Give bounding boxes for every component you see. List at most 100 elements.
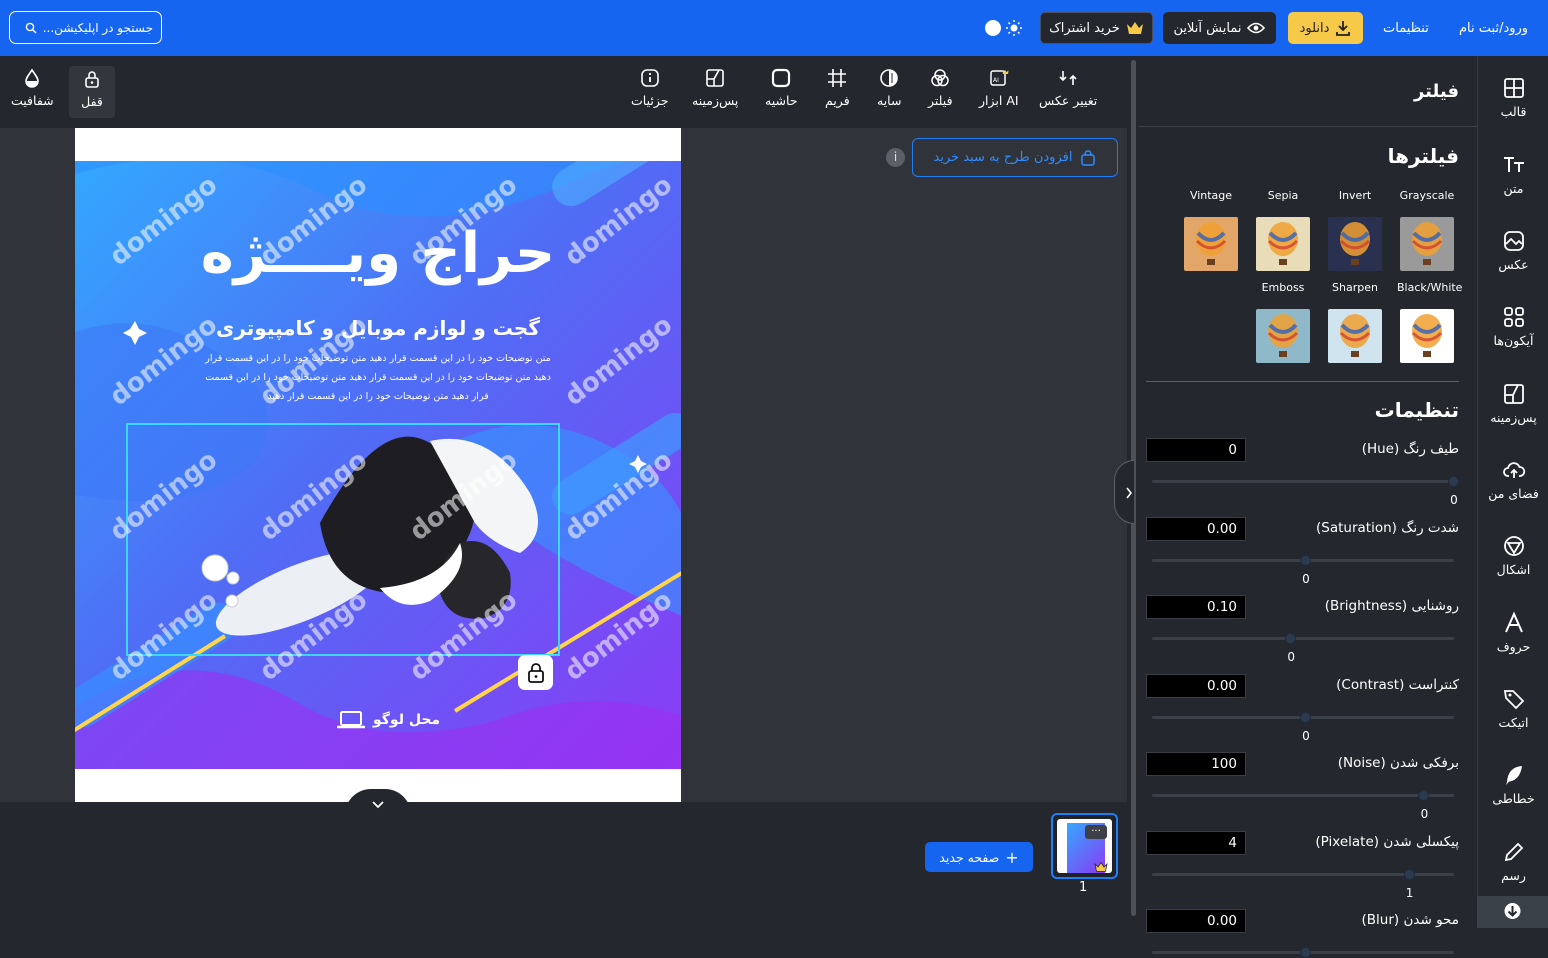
sidebar-item-icons[interactable]: آیکون‌ها xyxy=(1478,305,1548,348)
page-thumbnail-preview: ... xyxy=(1057,819,1112,873)
live-preview-button[interactable]: نمایش آنلاین xyxy=(1163,12,1276,44)
setting-slider[interactable] xyxy=(1152,554,1454,566)
setting-value-input[interactable]: 0.00 xyxy=(1146,516,1246,541)
watermark-text: domingo xyxy=(559,444,679,548)
tool-shadow[interactable]: سایه xyxy=(877,68,901,108)
setting-slider[interactable] xyxy=(1152,711,1454,723)
tool-opacity-label: شفافیت xyxy=(11,93,54,108)
page-thumbnail[interactable]: ... xyxy=(1051,813,1118,879)
tool-ai-label: ابزار AI xyxy=(979,93,1019,108)
top-bar: جستجو در اپلیکیشن... خرید اشتراک نمایش آ… xyxy=(0,0,1548,56)
new-page-button[interactable]: صفحه جدید + xyxy=(925,842,1033,872)
sidebar-item-photo[interactable]: عکس xyxy=(1478,229,1548,272)
sidebar-item-my-space[interactable]: فضای من xyxy=(1478,458,1548,501)
watermark-text: domingo xyxy=(254,584,374,688)
tool-lock[interactable]: قفل xyxy=(69,66,115,118)
add-to-cart-button[interactable]: افزودن طرح به سبد خرید xyxy=(912,138,1118,177)
setting-value-input[interactable]: 100 xyxy=(1146,752,1246,776)
tool-details[interactable]: جزئیات xyxy=(631,68,668,108)
balloon-icon xyxy=(1267,314,1299,357)
tool-lock-label: قفل xyxy=(81,94,103,109)
slider-knob[interactable] xyxy=(1418,790,1430,801)
tool-frame[interactable]: فریم xyxy=(825,68,850,108)
setting-slider[interactable] xyxy=(1152,790,1454,801)
sidebar-item-background[interactable]: پس‌زمینه xyxy=(1478,382,1548,425)
watermark-text: domingo xyxy=(104,584,224,688)
theme-toggle[interactable] xyxy=(983,18,1025,38)
tool-filter[interactable]: فیلتر xyxy=(928,68,953,108)
arrow-down-circle-icon xyxy=(1504,903,1521,919)
slider-knob[interactable] xyxy=(1285,633,1297,644)
search-input[interactable]: جستجو در اپلیکیشن... xyxy=(9,11,162,44)
settings-title: تنظیمات xyxy=(1374,398,1459,422)
tool-border[interactable]: حاشیه xyxy=(765,68,797,108)
tool-ai[interactable]: AI ابزار AI xyxy=(979,68,1019,108)
filter-label: Invert xyxy=(1338,189,1372,202)
slider-knob[interactable] xyxy=(1403,868,1415,880)
sidebar-item-letters[interactable]: حروف xyxy=(1478,611,1548,654)
info-icon xyxy=(640,69,659,87)
setting-slider[interactable] xyxy=(1152,633,1454,644)
tool-border-label: حاشیه xyxy=(765,93,798,108)
slider-tick-label: 0 xyxy=(1302,571,1310,586)
search-placeholder: جستجو در اپلیکیشن... xyxy=(42,20,153,35)
more-icon[interactable]: ... xyxy=(1085,824,1107,839)
sidebar-item-label: پس‌زمینه xyxy=(1490,410,1537,425)
sidebar-item-label: خطاطی xyxy=(1492,791,1535,806)
font-icon xyxy=(1504,611,1523,633)
chevron-right-icon xyxy=(1126,487,1133,499)
tool-background-label: پس‌زمینه xyxy=(692,93,739,108)
tool-change-photo[interactable]: تغییر عکس xyxy=(1039,68,1097,108)
filter-thumbnail[interactable] xyxy=(1256,309,1310,363)
sidebar-item-text[interactable]: متن xyxy=(1478,153,1548,196)
slider-knob[interactable] xyxy=(1300,711,1311,723)
slider-knob[interactable] xyxy=(1448,476,1459,487)
setting-value-input[interactable]: 0.10 xyxy=(1146,595,1246,619)
sidebar-item-calligraphy[interactable]: خطاطی xyxy=(1478,763,1548,806)
setting-slider[interactable] xyxy=(1152,947,1454,958)
feather-icon xyxy=(1505,766,1522,785)
setting-label: محو شدن (Blur) xyxy=(1361,912,1460,928)
panel-header: فیلتر xyxy=(1138,56,1477,127)
sidebar-item-draw[interactable]: رسم xyxy=(1478,840,1548,883)
setting-value-input[interactable]: 0.00 xyxy=(1146,673,1246,698)
tool-opacity[interactable]: شفافیت xyxy=(11,68,54,108)
watermark-text: domingo xyxy=(559,584,679,688)
filter-thumbnail[interactable] xyxy=(1400,217,1454,271)
slider-knob[interactable] xyxy=(1300,554,1311,566)
login-link[interactable]: ورود/ثبت نام xyxy=(1459,12,1528,44)
sidebar-item-label: اشکال xyxy=(1496,562,1531,577)
setting-value-input[interactable]: 0.00 xyxy=(1146,909,1246,933)
setting-value-input[interactable]: 0 xyxy=(1146,438,1246,462)
download-button[interactable]: دانلود xyxy=(1288,12,1363,44)
filter-thumbnail[interactable] xyxy=(1400,309,1454,363)
setting-slider[interactable] xyxy=(1152,476,1459,487)
layout-icon xyxy=(1503,78,1524,98)
design-canvas[interactable]: حراج ویــــژه گجت و لوازم موبایل و کامپی… xyxy=(75,128,681,802)
sidebar-item-tag[interactable]: اتیکت xyxy=(1478,687,1548,730)
slider-tick-label: 0 xyxy=(1287,650,1295,664)
filter-thumbnail[interactable] xyxy=(1256,217,1310,271)
panel-toggle-handle[interactable] xyxy=(1114,460,1134,524)
slider-knob[interactable] xyxy=(1300,947,1311,958)
sidebar-item-shapes[interactable]: اشکال xyxy=(1478,534,1548,577)
tool-background[interactable]: پس‌زمینه xyxy=(692,68,738,108)
background-icon xyxy=(706,69,725,87)
subscribe-button[interactable]: خرید اشتراک xyxy=(1040,12,1153,44)
filter-thumbnail[interactable] xyxy=(1184,217,1238,271)
sidebar-scroll-down-button[interactable] xyxy=(1477,896,1548,928)
setting-slider[interactable] xyxy=(1152,868,1454,880)
setting-value-input[interactable]: 4 xyxy=(1146,830,1246,855)
settings-link[interactable]: تنظیمات xyxy=(1383,12,1429,44)
filter-thumbnail[interactable] xyxy=(1328,217,1382,271)
sidebar-item-label: عکس xyxy=(1498,257,1529,272)
collapse-pages-button[interactable] xyxy=(345,789,411,815)
chevron-down-icon xyxy=(372,801,384,809)
info-icon[interactable]: i xyxy=(886,148,905,167)
setting-label: روشنایی (Brightness) xyxy=(1324,598,1459,614)
plus-icon: + xyxy=(1005,847,1019,867)
filter-thumbnail[interactable] xyxy=(1328,309,1382,363)
tag-icon xyxy=(1503,690,1524,710)
eye-icon xyxy=(1247,22,1266,34)
sidebar-item-template[interactable]: قالب xyxy=(1478,76,1548,119)
